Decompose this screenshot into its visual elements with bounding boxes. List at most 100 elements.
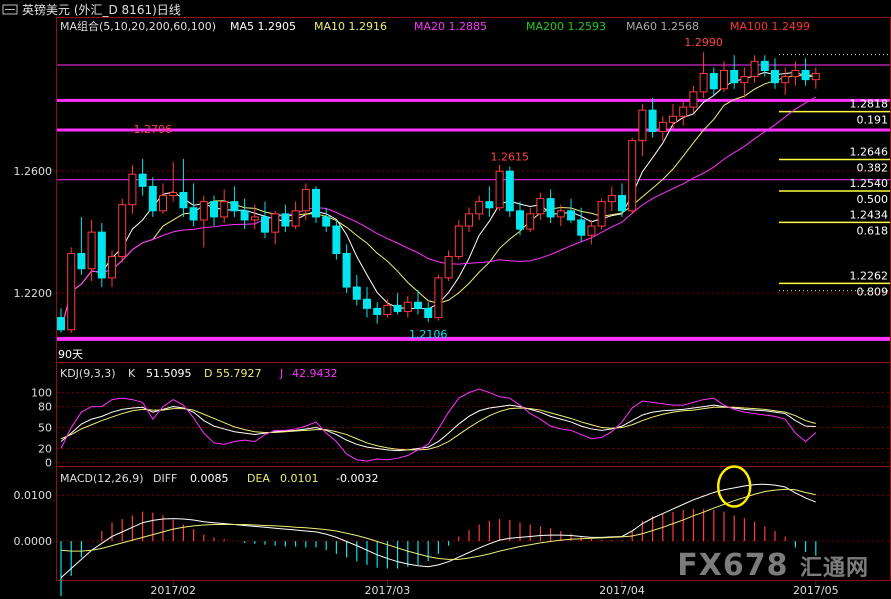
candle-down: [363, 298, 371, 309]
candle-down: [189, 207, 198, 221]
fib-ratio-label: 0.191: [857, 114, 889, 127]
candle-up: [750, 60, 759, 78]
fib-ratio-label: 0.618: [857, 224, 889, 237]
fib-price-label: 1.2262: [850, 269, 889, 282]
window-menu-icon[interactable]: [2, 4, 18, 15]
candle-up: [118, 204, 127, 258]
candle-down: [730, 70, 739, 84]
candle-up: [108, 256, 116, 279]
candle-up: [475, 201, 484, 215]
candle-down: [801, 70, 810, 81]
candle-down: [148, 185, 157, 212]
x-tick-label: 2017/03: [365, 584, 411, 597]
watermark: FX678 汇通网: [677, 548, 869, 583]
candle-down: [577, 219, 586, 236]
candle-up: [128, 173, 137, 206]
price-annotation: 1.2106: [409, 328, 448, 341]
candle-up: [301, 188, 310, 212]
candle-down: [505, 170, 514, 212]
chart-canvas: 英镑美元 (外汇_D 8161)日线 1.2818 0.191 1.2646 0.38…: [2, 2, 891, 597]
candle-down: [138, 173, 147, 187]
candle-up: [250, 216, 259, 221]
grid-layer: [57, 170, 890, 542]
candle-down: [312, 188, 320, 218]
candle-up: [87, 231, 96, 270]
candle-up: [740, 76, 749, 84]
candle-down: [210, 201, 218, 218]
price-y-tick: 1.2600: [14, 165, 53, 178]
candlesticks: [57, 52, 820, 333]
price-y-tick: 1.2200: [14, 287, 53, 300]
undefined: [61, 181, 816, 220]
legend-item: 55.7927: [216, 367, 262, 380]
candle-up: [669, 115, 677, 123]
candle-up: [220, 201, 229, 218]
candle-down: [332, 225, 341, 255]
watermark-text: FX678: [677, 548, 789, 583]
candle-up: [811, 73, 820, 81]
candle-down: [240, 210, 249, 221]
legend-item: -0.0032: [336, 472, 378, 485]
kdj-lines: [60, 388, 817, 462]
candle-up: [556, 210, 565, 218]
fib-levels: 1.2818 0.191 1.2646 0.382 1.2540 0.500 1.2434 0…: [779, 54, 890, 298]
candle-down: [567, 210, 575, 221]
panel-frames: [56, 17, 891, 581]
legend-item: J: [279, 367, 283, 380]
fib-price-label: 1.2434: [850, 208, 889, 221]
candle-down: [342, 253, 351, 288]
kdj-y-tick: 100: [31, 387, 52, 400]
candle-up: [403, 301, 412, 312]
kdj-y-tick: 20: [38, 443, 52, 456]
candle-up: [658, 121, 667, 132]
candle-up: [597, 201, 606, 227]
candle-down: [97, 231, 106, 279]
candle-down: [709, 73, 718, 90]
candle-up: [628, 140, 637, 212]
fib-ratio-label: 0.382: [857, 162, 889, 175]
candle-down: [546, 198, 555, 218]
legends: MA组合(5,10,20,200,60,100) MA5 1.2905 MA10 1…: [60, 19, 810, 485]
candle-down: [648, 109, 657, 133]
legend-item: 51.5095: [146, 367, 192, 380]
kdj-j-line: [60, 388, 817, 462]
candle-down: [618, 195, 626, 212]
candle-up: [781, 76, 790, 84]
legend-item: KDJ(9,3,3): [60, 367, 116, 380]
legend-item: MA200 1.2593: [526, 20, 606, 33]
title-bar: 英镑美元 (外汇_D 8161)日线: [2, 2, 181, 17]
fib-price-label: 1.2818: [850, 98, 889, 111]
legend-item: MA10 1.2916: [314, 20, 387, 33]
candle-up: [536, 198, 545, 215]
x-tick-label: 2017/02: [150, 584, 196, 597]
legend-item: MA5 1.2905: [230, 20, 296, 33]
legend-item: MA60 1.2568: [626, 20, 699, 33]
candle-up: [199, 201, 208, 221]
candle-up: [169, 192, 178, 197]
candle-up: [689, 91, 698, 108]
legend-item: 0.0085: [190, 472, 229, 485]
candle-down: [771, 70, 779, 84]
candle-up: [720, 70, 728, 90]
candle-up: [679, 106, 688, 117]
undefined: [61, 49, 816, 173]
fib-ratio-label: 0.500: [857, 193, 889, 206]
candle-down: [414, 301, 422, 309]
candle-down: [516, 210, 524, 230]
candle-up: [383, 304, 392, 316]
kdj-y-tick: 0: [45, 457, 52, 470]
kdj-y-tick: 80: [38, 401, 52, 414]
legend-item: MA组合(5,10,20,200,60,100): [60, 19, 216, 33]
legend-item: 42.9432: [292, 367, 338, 380]
candle-down: [322, 216, 331, 227]
macd-y-tick: 0.0100: [14, 489, 53, 502]
candle-up: [495, 170, 504, 209]
corner-label: 90天: [58, 348, 83, 361]
candle-down: [281, 213, 290, 227]
candle-up: [638, 109, 647, 142]
candle-up: [159, 195, 167, 212]
legend-item: MACD(12,26,9): [60, 472, 144, 485]
candle-down: [485, 201, 494, 209]
legend-item: DIFF: [153, 472, 177, 485]
candle-up: [444, 256, 453, 279]
